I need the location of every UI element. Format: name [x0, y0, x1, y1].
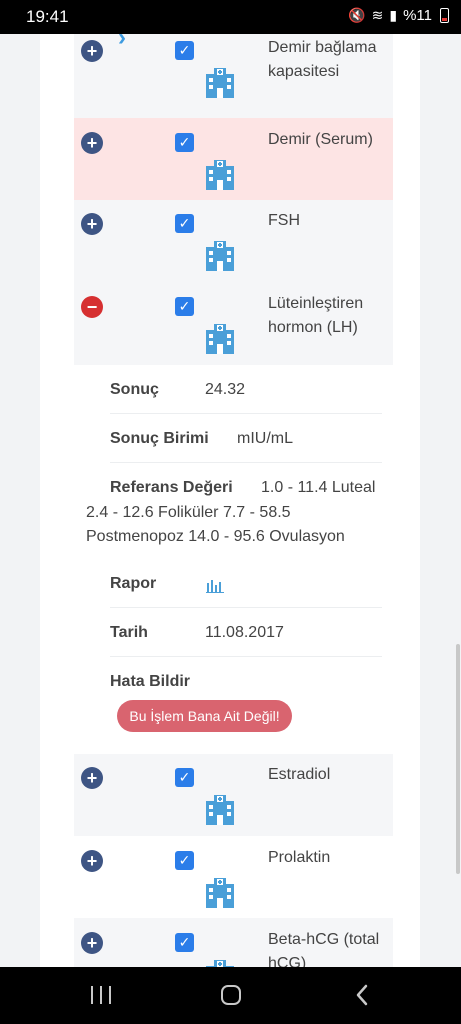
- divider: [110, 656, 382, 657]
- signal-icon: ▮: [389, 7, 398, 23]
- reference-value-first: 1.0 - 11.4 Luteal: [261, 479, 376, 496]
- status-bar: 19:41 🔇 ≋ ▮ %11: [0, 0, 461, 34]
- test-name: Beta-hCG (total hCG): [268, 931, 380, 967]
- collapse-minus-icon[interactable]: −: [81, 296, 103, 318]
- battery-percent: %11: [403, 7, 432, 24]
- reference-label: Referans Değeri: [110, 479, 233, 496]
- unit-value: mIU/mL: [237, 430, 293, 447]
- divider: [110, 607, 382, 608]
- hospital-building-icon: [206, 160, 234, 190]
- battery-icon: [440, 8, 449, 23]
- test-row-prolaktin[interactable]: + ✓ Prolaktin: [74, 836, 393, 918]
- test-name: Demir (Serum): [268, 131, 373, 148]
- error-report-label: Hata Bildir: [110, 673, 191, 690]
- unit-label: Sonuç Birimi: [110, 430, 209, 447]
- home-icon[interactable]: [221, 985, 241, 1005]
- test-row-lh[interactable]: − ✓ Lüteinleştiren hormon (LH): [74, 283, 393, 365]
- checkbox-checked-icon[interactable]: ✓: [175, 133, 194, 152]
- checkbox-checked-icon[interactable]: ✓: [175, 768, 194, 787]
- expand-plus-icon[interactable]: +: [81, 767, 103, 789]
- checkbox-checked-icon[interactable]: ✓: [175, 297, 194, 316]
- hospital-building-icon: [206, 960, 234, 967]
- expand-plus-icon[interactable]: +: [81, 850, 103, 872]
- checkbox-checked-icon[interactable]: ✓: [175, 41, 194, 60]
- test-name: Demir bağlama kapasitesi: [268, 39, 377, 80]
- test-name: FSH: [268, 212, 300, 229]
- hospital-building-icon: [206, 241, 234, 271]
- status-icons: 🔇 ≋ ▮ %11: [348, 7, 449, 24]
- system-nav-bar: [0, 967, 461, 1024]
- result-value: 24.32: [205, 381, 246, 398]
- recent-apps-icon[interactable]: [91, 986, 111, 1004]
- checkbox-checked-icon[interactable]: ✓: [175, 933, 194, 952]
- checkbox-checked-icon[interactable]: ✓: [175, 851, 194, 870]
- expand-plus-icon[interactable]: +: [81, 213, 103, 235]
- page-content[interactable]: + › ✓ Demir bağlama kapasitesi + ✓ Demir…: [0, 34, 461, 967]
- test-row-beta-hcg[interactable]: + ✓ Beta-hCG (total hCG): [74, 918, 393, 967]
- test-row-demir-serum[interactable]: + ✓ Demir (Serum): [74, 118, 393, 200]
- expand-plus-icon[interactable]: +: [81, 132, 103, 154]
- mute-icon: 🔇: [348, 7, 366, 23]
- test-name: Lüteinleştiren hormon (LH): [268, 295, 364, 336]
- test-detail-panel: Sonuç 24.32 Sonuç Birimi mIU/mL Referans…: [86, 365, 382, 755]
- chevron-right-icon[interactable]: ›: [118, 34, 126, 52]
- scrollbar[interactable]: [456, 644, 460, 874]
- divider: [110, 462, 382, 463]
- expand-plus-icon[interactable]: +: [81, 932, 103, 954]
- back-icon[interactable]: [355, 984, 369, 1006]
- expand-plus-icon[interactable]: +: [81, 40, 103, 62]
- date-label: Tarih: [110, 624, 148, 641]
- divider: [110, 413, 382, 414]
- status-time: 19:41: [26, 7, 69, 26]
- test-row-fsh[interactable]: + ✓ FSH: [74, 200, 393, 283]
- wifi-icon: ≋: [371, 7, 384, 23]
- hospital-building-icon: [206, 324, 234, 354]
- report-label: Rapor: [110, 575, 157, 592]
- date-value: 11.08.2017: [205, 624, 284, 641]
- hospital-building-icon: [206, 795, 234, 825]
- hospital-building-icon: [206, 878, 234, 908]
- test-name: Estradiol: [268, 766, 331, 783]
- checkbox-checked-icon[interactable]: ✓: [175, 214, 194, 233]
- result-label: Sonuç: [110, 381, 159, 398]
- reference-value-rest: 2.4 - 12.6 Foliküler 7.7 - 58.5 Postmeno…: [86, 504, 345, 545]
- test-name: Prolaktin: [268, 849, 331, 866]
- bar-chart-icon[interactable]: [206, 577, 224, 593]
- report-error-button[interactable]: Bu İşlem Bana Ait Değil!: [117, 700, 292, 732]
- hospital-building-icon: [206, 68, 234, 98]
- test-row-estradiol[interactable]: + ✓ Estradiol: [74, 754, 393, 836]
